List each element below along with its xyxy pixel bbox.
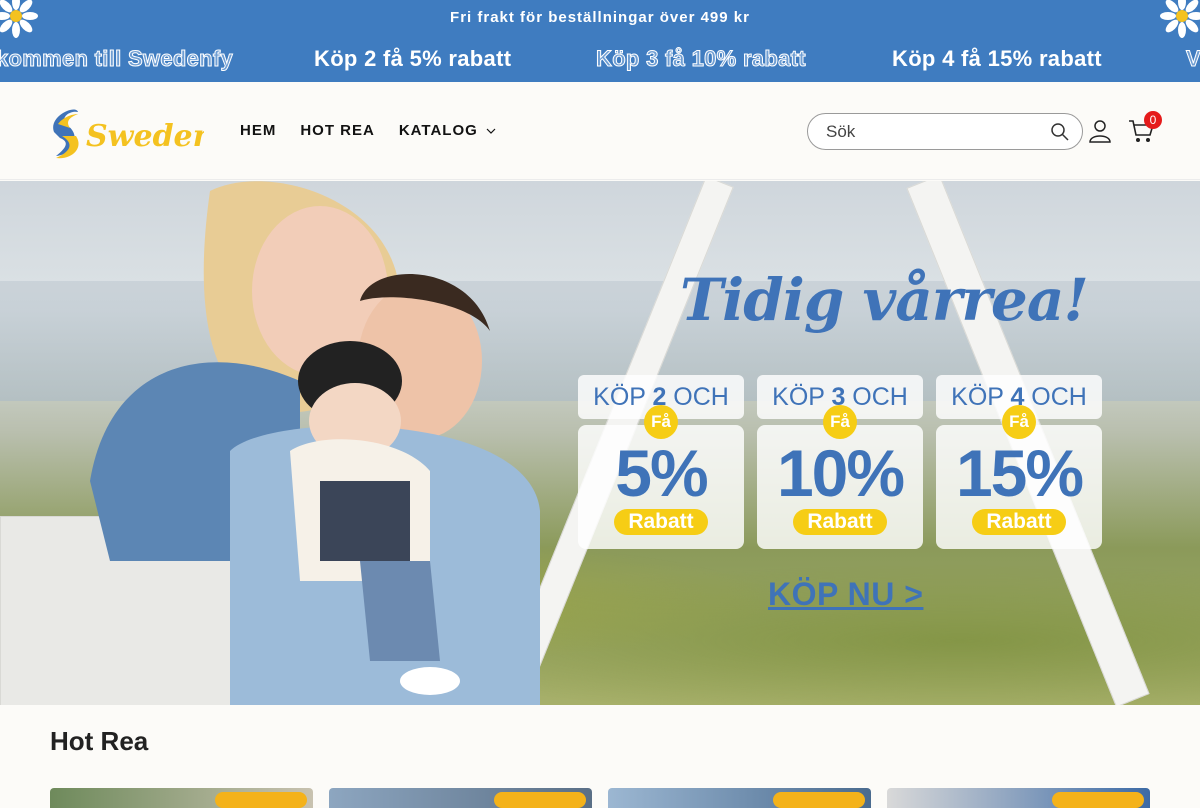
sale-badge xyxy=(773,792,865,808)
offer-fa-badge: Få xyxy=(1002,405,1036,439)
marquee-item: kommen till Swedenfy xyxy=(0,46,234,72)
chevron-down-icon xyxy=(486,128,496,134)
sale-badge xyxy=(215,792,307,808)
announcement-bar: Fri frakt för beställningar över 499 kr … xyxy=(0,0,1200,82)
sale-badge xyxy=(1052,792,1144,808)
sale-badge xyxy=(494,792,586,808)
nav-label: HOT REA xyxy=(300,122,375,139)
marquee-item: Köp 3 få 10% rabatt xyxy=(596,46,807,72)
product-card[interactable] xyxy=(329,788,592,808)
product-card[interactable] xyxy=(608,788,871,808)
search-icon[interactable] xyxy=(1050,122,1070,142)
offer-percent: 10% xyxy=(776,436,905,510)
nav-item-katalog[interactable]: KATALOG xyxy=(399,122,496,139)
free-shipping-text: Fri frakt för beställningar över 499 kr xyxy=(450,9,750,26)
offer-percent: 15% xyxy=(955,436,1084,510)
offer-fa-badge: Få xyxy=(644,405,678,439)
marquee-item: Köp 2 få 5% rabatt xyxy=(314,46,512,71)
offer-rabatt-pill: Rabatt xyxy=(614,509,708,535)
hero-title: Tidig vårrea! xyxy=(680,266,1089,334)
search-box[interactable] xyxy=(807,113,1083,150)
offer-card: KÖP 4 OCH Få 15% Rabatt xyxy=(936,375,1102,549)
cart-count-badge: 0 xyxy=(1144,111,1162,129)
shop-now-link[interactable]: KÖP NU > xyxy=(768,576,923,613)
offer-percent: 5% xyxy=(615,436,708,510)
site-header: Swedenfy HEM HOT REA KATALOG 0 xyxy=(0,82,1200,180)
product-card[interactable] xyxy=(887,788,1150,808)
marquee-item: V xyxy=(1186,46,1200,72)
marquee-item: Köp 4 få 15% rabatt xyxy=(892,46,1102,71)
nav-item-hot-rea[interactable]: HOT REA xyxy=(300,122,375,139)
nav-label: HEM xyxy=(240,122,277,139)
nav-label: KATALOG xyxy=(398,122,478,139)
section-title: Hot Rea xyxy=(50,726,149,756)
offer-fa-badge: Få xyxy=(823,405,857,439)
main-nav: HEM HOT REA KATALOG xyxy=(240,122,496,139)
account-icon[interactable] xyxy=(1088,119,1112,143)
logo-wordmark: Swedenfy xyxy=(86,119,204,154)
nav-item-hem[interactable]: HEM xyxy=(240,122,276,139)
family-photo xyxy=(90,181,540,705)
promo-marquee: kommen till Swedenfy Köp 2 få 5% rabatt … xyxy=(0,44,1200,78)
offer-card: KÖP 2 OCH Få 5% Rabatt xyxy=(578,375,744,549)
search-input[interactable] xyxy=(826,120,1036,144)
offer-rabatt-pill: Rabatt xyxy=(793,509,887,535)
offer-rabatt-pill: Rabatt xyxy=(972,509,1066,535)
offer-card: KÖP 3 OCH Få 10% Rabatt xyxy=(757,375,923,549)
swedenfy-logo[interactable]: Swedenfy xyxy=(48,102,204,162)
product-card[interactable] xyxy=(50,788,313,808)
hero-banner[interactable]: Tidig vårrea! KÖP 2 OCH Få 5% Rabatt KÖP… xyxy=(0,181,1200,705)
